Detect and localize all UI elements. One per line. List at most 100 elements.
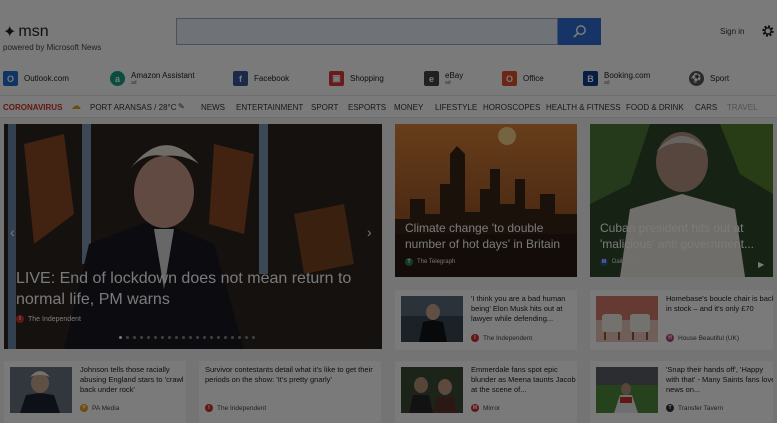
nav-coronavirus[interactable]: CORONAVIRUS [3,103,62,112]
carousel-dot[interactable] [217,336,220,339]
gear-icon[interactable] [761,24,775,38]
quick-link-shopping[interactable]: ▣ Shopping [329,71,384,86]
play-icon[interactable]: ▶ [758,260,764,269]
tile-source: M Daily Mail [600,258,638,266]
nav-news[interactable]: NEWS [201,103,225,112]
carousel-dots [119,336,255,339]
source-logo-icon: H [666,334,674,342]
card-thumbnail [596,296,658,342]
quick-link-office[interactable]: O Office [502,71,544,86]
nav-weather[interactable]: PORT ARANSAS / 28°C [90,103,177,112]
carousel-dot[interactable] [168,336,171,339]
butterfly-icon: ✦ [3,22,17,41]
card-headline[interactable]: Homebase's boucle chair is back in stock… [666,294,773,314]
carousel-dot[interactable] [147,336,150,339]
carousel-dot[interactable] [189,336,192,339]
carousel-dot[interactable] [140,336,143,339]
carousel-dot[interactable] [126,336,129,339]
nav-esports[interactable]: ESPORTS [348,103,386,112]
quick-link-label: Amazon Assistant [131,71,195,80]
quick-link-facebook[interactable]: f Facebook [233,71,289,86]
quick-link-amazon-assistant[interactable]: a Amazon Assistant ad [110,71,195,86]
source-logo-icon: I [205,404,213,412]
carousel-dot[interactable] [154,336,157,339]
hero-carousel[interactable]: ‹ › LIVE: End of lockdown does not mean … [4,124,382,349]
nav-health-fitness[interactable]: HEALTH & FITNESS [546,103,621,112]
source-name: Transfer Tavern [678,404,724,412]
news-card-homebase-chair[interactable]: Homebase's boucle chair is back in stock… [590,290,773,350]
news-card-survivor[interactable]: Survivor contestants detail what it's li… [199,361,381,423]
card-headline[interactable]: Emmerdale fans spot epic blunder as Meen… [471,365,577,395]
booking-icon: B [583,71,598,86]
tile-image [590,124,773,277]
quick-link-label: Sport [710,74,730,83]
card-headline[interactable]: 'I think you are a bad human being' Elon… [471,294,577,324]
news-card-elon-musk[interactable]: 'I think you are a bad human being' Elon… [395,290,577,350]
card-headline[interactable]: Johnson tells those racially abusing Eng… [80,365,186,395]
sign-in-link[interactable]: Sign in [720,27,744,36]
source-name: The Independent [483,334,533,342]
nav-horoscopes[interactable]: HOROSCOPES [483,103,540,112]
pencil-icon[interactable]: ✎ [178,102,185,111]
carousel-dot[interactable] [196,336,199,339]
news-card-emmerdale[interactable]: Emmerdale fans spot epic blunder as Meen… [395,361,577,423]
news-card-saints-fans[interactable]: 'Snap their hands off', 'Happy with that… [590,361,773,423]
tile-source: T The Telegraph [405,258,455,266]
news-tile-climate[interactable]: Climate change 'to double number of hot … [395,124,577,277]
nav-travel[interactable]: TRAVEL [727,103,758,112]
nav-food-drink[interactable]: FOOD & DRINK [626,103,684,112]
search-input[interactable] [176,18,558,45]
source-name: PA Media [92,404,120,412]
msn-homepage: ✦ msn powered by Microsoft News Sign in … [0,0,777,423]
carousel-dot[interactable] [133,336,136,339]
search-icon [573,25,586,38]
nav-cars[interactable]: CARS [695,103,717,112]
card-source: I The Independent [471,334,532,342]
carousel-prev-button[interactable]: ‹ [10,224,15,240]
shopping-bag-icon: ▣ [329,71,344,86]
ad-label: ad [445,80,451,86]
news-tile-cuban-president[interactable]: Cuban president hits out at 'malicious' … [590,124,773,277]
card-headline[interactable]: Survivor contestants detail what it's li… [205,365,373,385]
nav-lifestyle[interactable]: LIFESTYLE [435,103,477,112]
carousel-dot[interactable] [252,336,255,339]
source-logo-icon: T [666,404,674,412]
nav-sport[interactable]: SPORT [311,103,338,112]
carousel-dot[interactable] [210,336,213,339]
sport-icon: ⚽ [689,71,704,86]
card-source: P PA Media [80,404,119,412]
msn-logo[interactable]: ✦ msn [3,22,49,41]
news-card-johnson[interactable]: Johnson tells those racially abusing Eng… [4,361,186,423]
card-headline[interactable]: 'Snap their hands off', 'Happy with that… [666,365,773,395]
carousel-dot[interactable] [231,336,234,339]
card-thumbnail [10,367,72,413]
tile-image [395,124,577,277]
card-source: H House Beautiful (UK) [666,334,739,342]
carousel-dot[interactable] [245,336,248,339]
carousel-dot[interactable] [203,336,206,339]
tile-headline[interactable]: Cuban president hits out at 'malicious' … [600,220,766,252]
quick-link-sport[interactable]: ⚽ Sport [689,71,729,86]
source-logo-icon: T [405,258,413,266]
carousel-dot[interactable] [119,336,122,339]
tile-headline[interactable]: Climate change 'to double number of hot … [405,220,571,252]
category-nav: CORONAVIRUS ☁ PORT ARANSAS / 28°C ✎ NEWS… [0,96,777,118]
quick-link-label: Facebook [254,74,290,83]
quick-link-booking[interactable]: B Booking.com ad [583,71,650,86]
card-thumbnail [596,367,658,413]
carousel-dot[interactable] [224,336,227,339]
source-name: House Beautiful (UK) [678,334,740,342]
quick-link-outlook[interactable]: O Outlook.com [3,71,69,86]
search-button[interactable] [558,18,601,45]
carousel-dot[interactable] [175,336,178,339]
ebay-icon: e [424,71,439,86]
carousel-next-button[interactable]: › [367,224,372,240]
nav-entertainment[interactable]: ENTERTAINMENT [236,103,303,112]
source-name: Daily Mail [612,259,639,265]
hero-headline[interactable]: LIVE: End of lockdown does not mean retu… [16,268,376,310]
nav-money[interactable]: MONEY [394,103,423,112]
quick-link-ebay[interactable]: e eBay ad [424,71,463,86]
carousel-dot[interactable] [161,336,164,339]
carousel-dot[interactable] [182,336,185,339]
carousel-dot[interactable] [238,336,241,339]
